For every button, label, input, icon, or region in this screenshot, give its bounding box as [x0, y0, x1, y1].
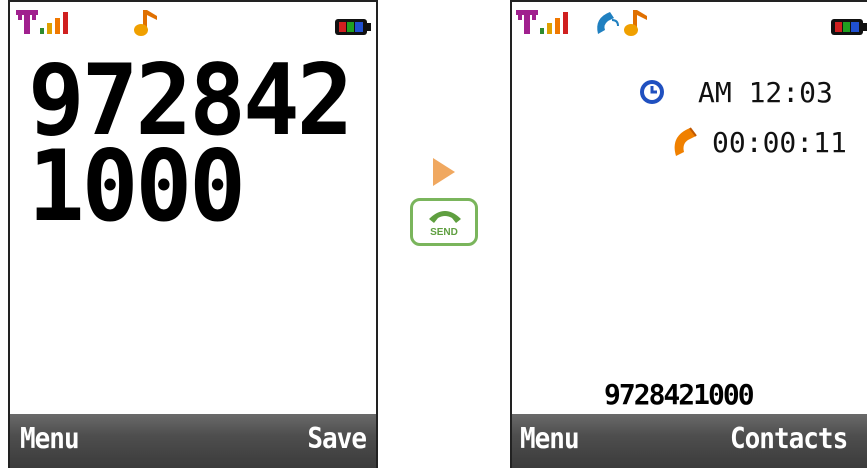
- menu-softkey[interactable]: Menu: [20, 423, 80, 456]
- status-bar: [512, 2, 867, 52]
- play-arrow-icon: [433, 158, 455, 186]
- contacts-softkey[interactable]: Contacts: [730, 423, 848, 456]
- battery-icon: [335, 19, 371, 35]
- dialed-number: 9728421000: [28, 44, 353, 244]
- music-note-icon: [624, 10, 647, 36]
- softkey-bar: Menu Save: [10, 414, 376, 468]
- dialing-screen: 9728421000 Menu Save: [8, 0, 378, 468]
- clock-time: AM 12:03: [698, 76, 833, 109]
- save-softkey[interactable]: Save: [307, 423, 367, 456]
- phone-handset-icon: [674, 127, 697, 156]
- signal-antenna-icon: [516, 10, 568, 34]
- softkey-bar: Menu Contacts: [512, 414, 867, 468]
- call-timer: 00:00:11: [712, 126, 847, 159]
- clock-icon: [640, 80, 664, 104]
- call-active-icon: [597, 12, 619, 34]
- send-key[interactable]: SEND: [410, 198, 478, 246]
- battery-icon: [831, 19, 867, 35]
- in-call-screen: AM 12:03 00:00:11 9728421000 Menu Contac…: [510, 0, 867, 468]
- music-note-icon: [134, 10, 157, 36]
- called-number: 9728421000: [604, 378, 755, 411]
- signal-antenna-icon: [16, 10, 68, 34]
- phone-handset-icon: [429, 211, 461, 223]
- send-key-label: SEND: [430, 227, 458, 238]
- menu-softkey[interactable]: Menu: [520, 423, 580, 456]
